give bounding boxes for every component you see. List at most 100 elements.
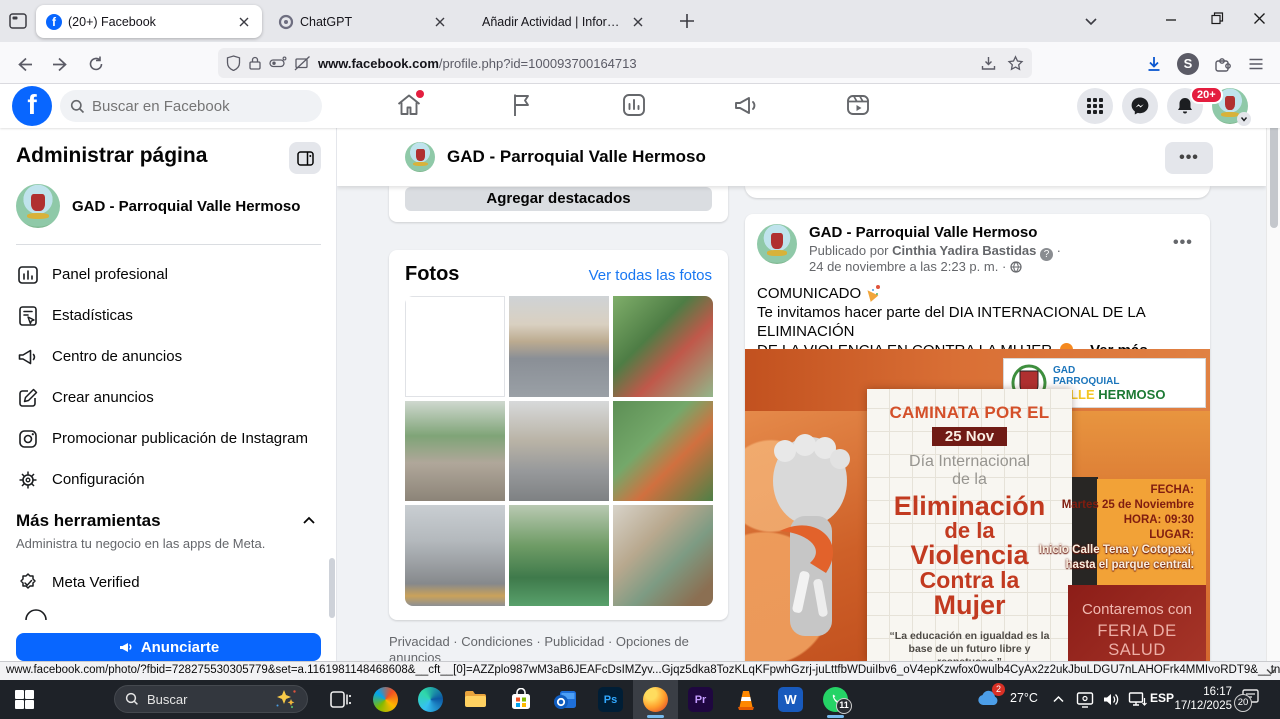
photo-thumbnail[interactable] xyxy=(613,296,713,397)
more-tools-header[interactable]: Más herramientas xyxy=(16,511,316,531)
page-scrollbar[interactable] xyxy=(1266,84,1280,661)
back-button[interactable] xyxy=(10,50,38,78)
permissions-toggle-icon[interactable] xyxy=(269,55,287,71)
photo-thumbnail[interactable] xyxy=(613,401,713,502)
sidebar-item-panel-profesional[interactable]: Panel profesional xyxy=(8,254,328,295)
status-url: www.facebook.com/photo/?fbid=72827553030… xyxy=(6,664,1280,676)
menu-hamburger-icon[interactable] xyxy=(1242,50,1270,78)
facebook-logo[interactable]: f xyxy=(12,86,52,126)
restore-button[interactable] xyxy=(1194,0,1240,36)
firefox-app-icon[interactable] xyxy=(633,680,678,719)
photo-thumbnail[interactable] xyxy=(509,296,609,397)
sidebar-item-promocionar-instagram[interactable]: Promocionar publicación de Instagram xyxy=(8,418,328,459)
messenger-icon[interactable] xyxy=(1122,88,1158,124)
volume-icon[interactable] xyxy=(1102,691,1120,713)
dashboard-icon xyxy=(16,263,40,287)
tab-close-icon[interactable] xyxy=(630,14,646,30)
page-more-button[interactable]: ••• xyxy=(1165,142,1213,174)
sidebar-scrollbar-thumb[interactable] xyxy=(329,558,335,618)
temperature-label[interactable]: 27°C xyxy=(1010,691,1038,705)
network-icon[interactable] xyxy=(1128,691,1147,713)
address-bar[interactable]: www.facebook.com/profile.php?id=10009370… xyxy=(218,48,1032,78)
photo-thumbnail[interactable] xyxy=(405,296,505,397)
sidebar-item-estadisticas[interactable]: Estadísticas xyxy=(8,295,328,336)
add-highlights-button[interactable]: Agregar destacados xyxy=(405,187,712,211)
facebook-search[interactable] xyxy=(60,90,322,122)
footer-line1[interactable]: Privacidad · Condiciones · Publicidad · … xyxy=(389,634,724,661)
post-more-button[interactable]: ••• xyxy=(1173,234,1193,252)
tab-list-chevron-icon[interactable] xyxy=(1082,12,1100,35)
post-author[interactable]: Cinthia Yadira Bastidas xyxy=(892,243,1036,258)
vlc-app-icon[interactable] xyxy=(723,680,768,719)
firefox-view-icon[interactable] xyxy=(7,10,29,37)
browser-tab-facebook[interactable]: f (20+) Facebook xyxy=(36,5,262,38)
weather-icon[interactable]: 2 xyxy=(975,687,1001,714)
clock[interactable]: 16:17 17/12/2025 xyxy=(1168,686,1232,713)
tab-close-icon[interactable] xyxy=(432,14,448,30)
autoplay-blocked-icon[interactable] xyxy=(294,55,311,71)
admin-sidebar: Administrar página GAD - Parroquial Vall… xyxy=(0,128,337,661)
search-icon xyxy=(125,692,139,706)
sidebar-item-label: Crear anuncios xyxy=(52,389,154,406)
new-tab-button[interactable] xyxy=(676,10,698,37)
start-button[interactable] xyxy=(2,680,47,719)
page-header-name[interactable]: GAD - Parroquial Valle Hermoso xyxy=(447,147,706,167)
sidebar-item-meta-verified[interactable]: Meta Verified xyxy=(8,562,328,603)
close-button[interactable] xyxy=(1236,0,1280,36)
copilot-app-icon[interactable] xyxy=(363,680,408,719)
lock-icon[interactable] xyxy=(248,55,262,71)
collapse-sidebar-button[interactable] xyxy=(289,142,321,174)
page-sticky-header: GAD - Parroquial Valle Hermoso ••• xyxy=(337,128,1266,186)
edge-app-icon[interactable] xyxy=(408,680,453,719)
photoshop-app-icon[interactable]: Ps xyxy=(588,680,633,719)
forward-button[interactable] xyxy=(46,50,74,78)
sidebar-item-crear-anuncios[interactable]: Crear anuncios xyxy=(8,377,328,418)
minimize-button[interactable] xyxy=(1148,0,1194,36)
photo-thumbnail[interactable] xyxy=(509,401,609,502)
home-nav-icon[interactable] xyxy=(395,91,423,119)
whatsapp-app-icon[interactable]: 11 xyxy=(813,680,858,719)
post-page-name[interactable]: GAD - Parroquial Valle Hermoso xyxy=(809,224,1037,241)
microsoft-store-app-icon[interactable] xyxy=(498,680,543,719)
file-explorer-app-icon[interactable] xyxy=(453,680,498,719)
url-path: /profile.php?id=100093700164713 xyxy=(439,56,637,71)
see-all-photos-link[interactable]: Ver todas las fotos xyxy=(589,267,712,284)
pages-flag-nav-icon[interactable] xyxy=(508,91,536,119)
post-page-avatar[interactable] xyxy=(757,224,797,264)
notification-center-icon[interactable]: 20 xyxy=(1240,688,1260,711)
bookmark-star-icon[interactable] xyxy=(1007,55,1024,72)
browser-tab-informes[interactable]: Añadir Actividad | Informes Mensua xyxy=(466,5,656,38)
taskbar-search[interactable]: Buscar xyxy=(114,685,308,713)
page-avatar-small[interactable] xyxy=(405,142,435,172)
word-app-icon[interactable]: W xyxy=(768,680,813,719)
photo-thumbnail[interactable] xyxy=(509,505,609,606)
ads-megaphone-nav-icon[interactable] xyxy=(732,91,760,119)
help-question-icon[interactable]: ? xyxy=(1040,248,1053,261)
reload-button[interactable] xyxy=(82,50,110,78)
sidebar-item-centro-anuncios[interactable]: Centro de anuncios xyxy=(8,336,328,377)
save-page-icon[interactable] xyxy=(980,55,997,72)
task-view-button[interactable] xyxy=(318,680,363,719)
photo-thumbnail[interactable] xyxy=(613,505,713,606)
search-input[interactable] xyxy=(92,98,292,115)
advertise-button[interactable]: Anunciarte xyxy=(16,633,321,661)
apps-grid-icon[interactable] xyxy=(1077,88,1113,124)
post-date[interactable]: 24 de noviembre a las 2:23 p. m. · xyxy=(809,259,1022,274)
post-flyer-image[interactable]: GAD PARROQUIAL VALLE HERMOSO CAMINATA PO… xyxy=(745,349,1210,661)
photo-thumbnail[interactable] xyxy=(405,505,505,606)
tray-chevron-icon[interactable] xyxy=(1052,693,1065,711)
outlook-app-icon[interactable] xyxy=(543,680,588,719)
current-page-row[interactable]: GAD - Parroquial Valle Hermoso xyxy=(16,184,300,228)
insights-nav-icon[interactable] xyxy=(620,91,648,119)
extensions-puzzle-icon[interactable] xyxy=(1208,50,1236,78)
reels-nav-icon[interactable] xyxy=(844,91,872,119)
account-avatar[interactable]: S xyxy=(1174,50,1202,78)
photo-thumbnail[interactable] xyxy=(405,401,505,502)
cast-icon[interactable] xyxy=(1076,691,1094,713)
tab-close-icon[interactable] xyxy=(236,14,252,30)
sidebar-item-configuracion[interactable]: Configuración xyxy=(8,459,328,500)
browser-tab-chatgpt[interactable]: ChatGPT xyxy=(268,5,458,38)
tracking-protection-icon[interactable] xyxy=(226,55,241,71)
premiere-app-icon[interactable]: Pr xyxy=(678,680,723,719)
downloads-icon[interactable] xyxy=(1140,50,1168,78)
